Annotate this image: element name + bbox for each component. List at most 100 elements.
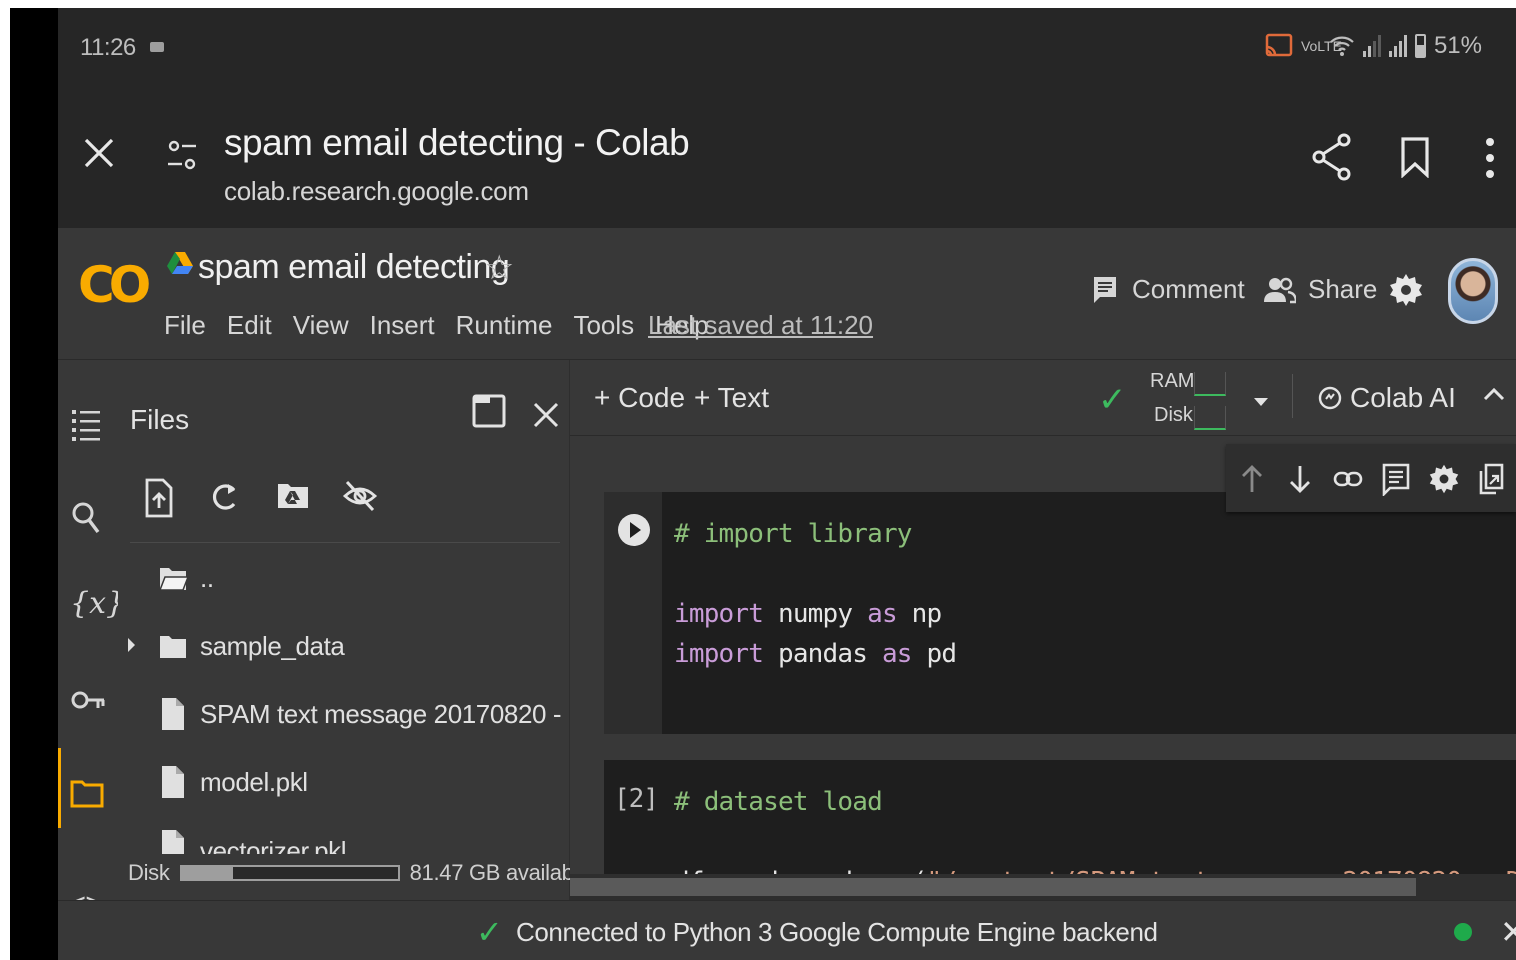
menu-edit[interactable]: Edit <box>227 310 272 341</box>
share-icon[interactable] <box>1312 132 1352 187</box>
browser-tab-bar: spam email detecting - Colab colab.resea… <box>58 92 1516 228</box>
last-saved-link[interactable]: Last saved at 11:20 <box>648 310 873 341</box>
code-token: pandas <box>763 639 882 669</box>
menu-insert[interactable]: Insert <box>370 310 435 341</box>
menu-runtime[interactable]: Runtime <box>456 310 553 341</box>
move-down-icon[interactable] <box>1284 462 1316 496</box>
cell-code[interactable]: # import library import numpy as np import… <box>674 514 958 674</box>
signal-icon <box>1388 35 1407 57</box>
scrollbar-thumb[interactable] <box>570 878 1416 896</box>
run-cell-button[interactable] <box>618 514 650 546</box>
code-cell[interactable]: [2] # dataset loaddf = pd.read_csv("/con… <box>604 760 1516 886</box>
code-line: import numpy as np <box>674 594 956 634</box>
chevron-up-icon[interactable] <box>1482 386 1506 402</box>
chevron-down-icon[interactable] <box>1254 398 1268 406</box>
file-name: vectorizer.pkl <box>200 836 347 854</box>
colab-logo[interactable]: CO <box>78 256 151 314</box>
key-icon[interactable] <box>70 686 106 722</box>
code-token: # dataset load <box>674 787 883 817</box>
status-time: 11:26 <box>80 34 136 61</box>
bookmark-icon[interactable] <box>1400 136 1430 183</box>
comment-icon <box>1094 276 1116 303</box>
code-token: import <box>674 639 764 669</box>
cell-code[interactable]: # dataset loaddf = pd.read_csv("/content… <box>674 782 1516 886</box>
disk-label[interactable]: Disk <box>1154 404 1193 427</box>
file-icon <box>162 766 184 798</box>
code-token: np <box>896 599 943 629</box>
share-label: Share <box>1308 274 1378 304</box>
code-cell[interactable]: # import library import numpy as np import… <box>604 492 1516 734</box>
horizontal-scrollbar[interactable] <box>570 874 1516 900</box>
file-item-parent[interactable]: .. <box>158 558 214 598</box>
disk-usage-bar <box>179 865 400 881</box>
add-code-button[interactable]: + Code <box>594 382 685 414</box>
file-icon <box>162 830 184 854</box>
device-screen: 11:26 VoLTE 51% spam email detecting - C… <box>58 8 1516 960</box>
screen-frame: 11:26 VoLTE 51% spam email detecting - C… <box>10 8 1516 960</box>
open-in-new-window-icon[interactable] <box>472 394 506 433</box>
code-token: pd <box>911 639 958 669</box>
link-icon[interactable] <box>1332 462 1364 496</box>
page-url[interactable]: colab.research.google.com <box>224 176 529 207</box>
disk-meter[interactable] <box>1194 406 1226 430</box>
code-line: # dataset load <box>674 782 1516 822</box>
ram-meter[interactable] <box>1194 372 1226 396</box>
close-icon[interactable] <box>532 398 560 434</box>
colab-ai-label: Colab AI <box>1350 382 1456 413</box>
rail-active-indicator <box>58 748 61 828</box>
file-item-folder[interactable]: sample_data <box>128 626 345 666</box>
battery-icon <box>1414 34 1426 58</box>
more-vert-icon[interactable] <box>1484 136 1496 185</box>
toc-icon[interactable] <box>70 406 106 442</box>
variables-icon[interactable]: {x} <box>70 586 125 622</box>
cell-gutter <box>604 492 662 734</box>
folder-open-icon <box>158 568 188 591</box>
connection-status: Connected to Python 3 Google Compute Eng… <box>516 917 1158 947</box>
tune-icon[interactable] <box>166 136 198 176</box>
status-bar: 11:26 VoLTE 51% <box>58 8 1516 92</box>
star-icon[interactable]: ☆ <box>484 248 514 288</box>
gear-icon[interactable] <box>1428 462 1460 496</box>
menu-tools[interactable]: Tools <box>573 310 634 341</box>
status-icons: VoLTE 51% <box>1265 32 1482 60</box>
comment-icon[interactable] <box>1380 462 1412 496</box>
device-bezel <box>10 8 58 960</box>
folder-icon <box>160 636 186 658</box>
gear-icon[interactable] <box>1388 272 1424 313</box>
add-text-button[interactable]: + Text <box>694 382 769 414</box>
file-item[interactable]: vectorizer.pkl <box>158 826 346 854</box>
code-token: # import library <box>674 519 912 549</box>
toolbar-divider <box>1292 374 1293 418</box>
notebook-toolbar: + Code + Text ✓ RAM Disk Colab AI <box>570 360 1516 436</box>
avatar[interactable] <box>1448 258 1498 324</box>
menu-view[interactable]: View <box>293 310 349 341</box>
close-icon[interactable]: ✕ <box>1500 913 1516 951</box>
colab-header: CO spam email detecting ☆ File Edit View… <box>58 228 1516 360</box>
connection-status-dot <box>1454 923 1472 941</box>
mirror-cell-icon[interactable] <box>1476 462 1508 496</box>
status-footer: ✓ Connected to Python 3 Google Compute E… <box>58 900 1516 960</box>
upload-file-icon[interactable] <box>144 478 180 518</box>
share-button[interactable]: Share <box>1264 274 1377 305</box>
search-icon[interactable] <box>70 498 106 534</box>
comment-button[interactable]: Comment <box>1092 274 1245 305</box>
menu-file[interactable]: File <box>164 310 206 341</box>
refresh-icon[interactable] <box>208 478 244 518</box>
ram-label[interactable]: RAM <box>1150 370 1194 393</box>
chevron-right-icon[interactable] <box>128 638 135 652</box>
file-item[interactable]: SPAM text message 20170820 - ... <box>158 694 589 734</box>
drive-icon[interactable] <box>166 250 194 281</box>
hide-files-icon[interactable] <box>342 478 378 518</box>
colab-ai-button[interactable]: Colab AI <box>1318 382 1456 414</box>
mount-drive-icon[interactable] <box>276 478 312 518</box>
close-icon[interactable] <box>82 136 116 170</box>
cell-toolbar <box>1226 444 1516 512</box>
file-item[interactable]: model.pkl <box>158 762 308 802</box>
move-up-icon[interactable] <box>1236 462 1268 496</box>
people-icon <box>1264 277 1296 303</box>
volte-icon: VoLTE <box>1300 38 1342 54</box>
code-token: numpy <box>763 599 868 629</box>
notebook-title[interactable]: spam email detecting <box>198 248 510 287</box>
folder-icon[interactable] <box>70 776 106 812</box>
